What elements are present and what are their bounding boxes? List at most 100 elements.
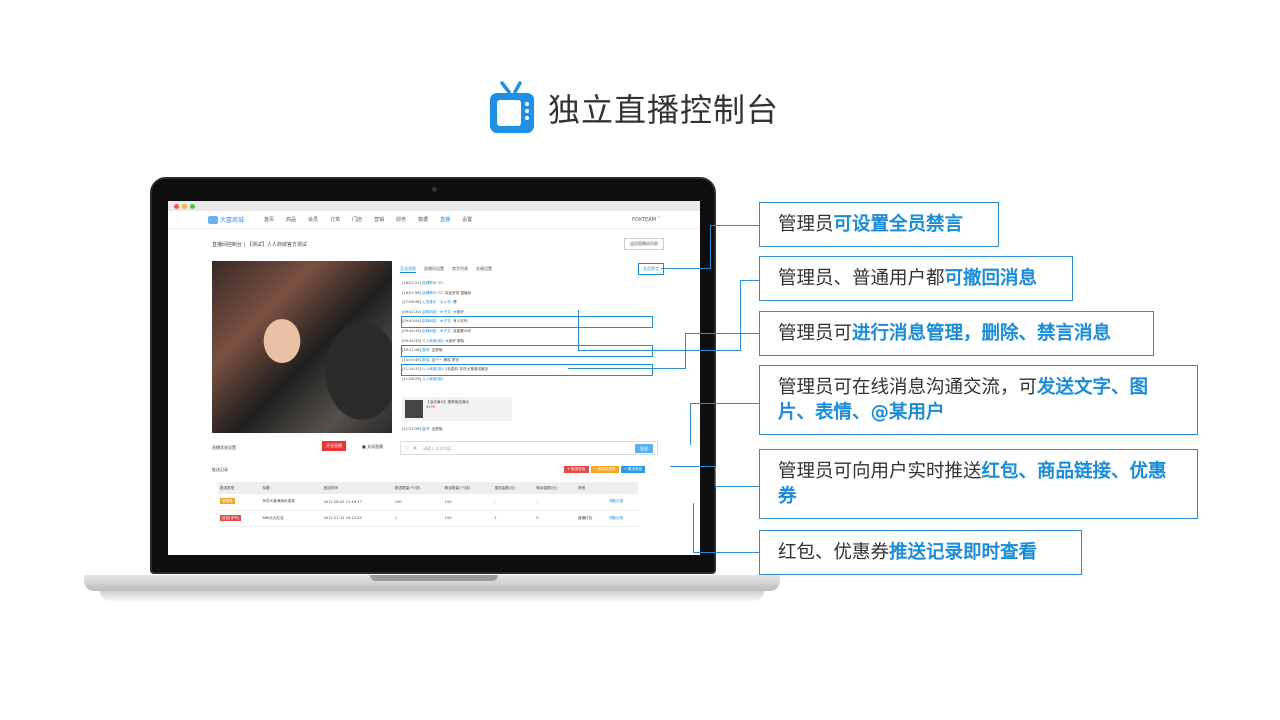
col-remain: 剩余数量(个/张) [442, 482, 493, 494]
send-button[interactable]: 发送 [635, 444, 653, 453]
chat-time: [11:58:29] [402, 376, 421, 381]
chat-time: [09:44:33] [402, 338, 421, 343]
chat-user[interactable]: 群佳: [422, 358, 430, 362]
col-amount: 推送金额(元) [492, 482, 535, 494]
chat-text: 这是哦 [431, 348, 443, 353]
cell-other [576, 494, 607, 511]
connector-line [740, 280, 760, 281]
cell-remain: 100 [442, 494, 493, 511]
start-live-button[interactable]: 开启直播 [322, 441, 346, 451]
nav-item-settings[interactable]: 设置 [462, 216, 472, 223]
tab-mute-list[interactable]: 禁言列表 [452, 266, 468, 273]
nav-item-home[interactable]: 首页 [264, 216, 274, 223]
nav-item-live[interactable]: 直播 [440, 216, 450, 223]
chat-message[interactable]: [09:44:33] 启辉科技 · 木子文: 这能删么吗 [402, 327, 652, 337]
connector-line [690, 403, 691, 445]
callout-plain: 管理员可 [778, 323, 853, 344]
connector-line [568, 368, 686, 369]
laptop-notch [370, 575, 498, 581]
nav-item-data[interactable]: 数据 [418, 216, 428, 223]
chat-text: 欢迎来到 直播间 [444, 290, 472, 295]
chat-time: [10:27:28] [402, 348, 421, 353]
cell-count: 1 [392, 510, 443, 527]
chat-message[interactable]: [17:58:58] 心灵音乐 · 大火学: 嗯 [402, 298, 652, 308]
chat-user[interactable]: 人人商城(测): [422, 339, 444, 343]
chat-message[interactable]: [09:43:04] 启辉科技 · 木子文: 有人在吗 [401, 316, 653, 328]
user-menu[interactable]: FOXTEAM ˅ [632, 217, 660, 223]
chat-message[interactable]: [09:42:20] 启辉科技 · 木子文: 大家好 [402, 308, 652, 318]
chat-text: 大家好 [453, 309, 464, 314]
connector-line [578, 350, 741, 351]
chat-user[interactable]: 心灵音乐 · 大火学: [422, 300, 452, 304]
top-nav: 大富商城 首页 商品 会员 订单 门店 营销 财务 数据 直播 设置 FOXTE… [168, 211, 700, 229]
minimize-dot[interactable] [182, 203, 187, 209]
logo[interactable]: 大富商城 [208, 215, 244, 224]
connector-line [715, 486, 760, 487]
chat-user[interactable]: 启辉科技 · 木子文: [422, 319, 452, 323]
callout-emphasis: 进行消息管理，删除、禁言消息 [852, 323, 1112, 344]
tab-keyword-settings[interactable]: 关键设置 [476, 266, 492, 273]
record-table: 推送类型 标题 推送时间 推送数量(个/张) 剩余数量(个/张) 推送金额(元)… [218, 482, 638, 527]
live-video[interactable] [212, 261, 392, 433]
mute-all-button[interactable]: 全员禁言 [638, 263, 664, 275]
col-title: 标题 [260, 482, 322, 494]
push-goods-button[interactable]: + 推送商品 [620, 466, 646, 473]
emoji-icon[interactable]: ☺ [405, 445, 409, 450]
chat-text: 有人在吗 [453, 319, 468, 324]
callout-push: 管理员可向用户实时推送红包、商品链接、优惠券 [759, 449, 1198, 519]
col-type: 推送类型 [218, 482, 261, 494]
chat-message[interactable]: [16:07:56] 品牌顾问 ZZ: 欢迎来到 直播间 [402, 289, 652, 299]
tab-messages[interactable]: 互动消息 [400, 266, 416, 273]
claim-record-link[interactable]: 领取记录 [606, 510, 638, 527]
cell-remain-amount: - [534, 494, 576, 511]
chat-input[interactable]: ☺ ▣ 请输入文本内容... 发送 [400, 441, 658, 455]
chat-user[interactable]: 启辉科技 · 木子文: [422, 329, 452, 333]
chat-time: [16:07:21] [402, 281, 421, 285]
chat-message[interactable]: [11:58:29] 人人商城(测): [402, 375, 652, 385]
nav-item-orders[interactable]: 订单 [330, 216, 340, 223]
chat-time: [13:55:49] [402, 357, 421, 362]
chat-user[interactable]: 人人商城(测): [422, 377, 444, 381]
col-count: 推送数量(个/张) [392, 482, 443, 494]
type-tag: 优惠券 [220, 498, 235, 505]
chat-message[interactable]: [11:14:17] 人人商城(测): 2兆盈彩 年货大集推送最多 [401, 364, 653, 376]
product-card[interactable]: 【活动演示】推荐商品演示 ¥499 [402, 397, 512, 421]
chat-message[interactable]: [13:55:49] 群佳: 这个一 删除 禁言 [402, 356, 652, 366]
image-icon[interactable]: ▣ [413, 445, 417, 450]
callout-manage: 管理员可进行消息管理，删除、禁言消息 [759, 311, 1154, 356]
nav-item-stores[interactable]: 门店 [352, 216, 362, 223]
callout-plain: 管理员可向用户实时推送 [778, 461, 982, 482]
nav-item-goods[interactable]: 商品 [286, 216, 296, 223]
close-live-checkbox[interactable]: ■ 关闭直播 [362, 444, 383, 450]
connector-line [693, 552, 760, 553]
callout-plain: 红包、优惠券 [778, 542, 890, 563]
back-to-list-button[interactable]: 返回直播间列表 [624, 238, 664, 250]
claim-record-link[interactable]: 领取记录 [606, 494, 638, 511]
chat-message[interactable]: [16:07:21] 品牌顾问 ZZ: [402, 279, 652, 289]
push-coupon-button[interactable]: + 推送优惠券 [590, 466, 619, 473]
chat-user[interactable]: 品牌顾问 ZZ: [422, 291, 444, 295]
chat-user[interactable]: 启辉科技 · 木子文: [422, 310, 452, 314]
chat-message[interactable]: [09:44:33] 人人商城(测): 大家好 删除 [402, 337, 652, 347]
chat-user[interactable]: 品牌顾问 ZZ: [422, 281, 444, 285]
chat-user[interactable]: 人人商城(测): [422, 367, 444, 371]
chat-text: 2兆盈彩 年货大集推送最多 [445, 367, 489, 372]
nav-item-finance[interactable]: 财务 [396, 216, 406, 223]
maximize-dot[interactable] [190, 203, 195, 209]
type-tag: 红包(手气) [220, 514, 242, 521]
push-redpacket-button[interactable]: + 推送红包 [564, 466, 589, 473]
nav-item-marketing[interactable]: 营销 [374, 216, 384, 223]
close-dot[interactable] [174, 203, 179, 209]
chat-text: 大家好 删除 [445, 338, 465, 343]
chat-time: [17:58:58] [402, 300, 421, 305]
connector-line [710, 225, 711, 269]
breadcrumb: 直播间控制台 | 【测试】人人商城官方测试 [212, 242, 307, 248]
connector-line [685, 333, 686, 369]
chat-user[interactable]: 直号: [422, 348, 430, 352]
nav-item-members[interactable]: 会员 [308, 216, 318, 223]
cell-remain: 100 [442, 510, 493, 527]
callout-emphasis: 推送记录即时查看 [889, 542, 1038, 563]
tab-room-settings[interactable]: 直播间设置 [424, 266, 444, 273]
connector-line [710, 225, 760, 226]
chat-user[interactable]: 直号: [422, 427, 430, 431]
